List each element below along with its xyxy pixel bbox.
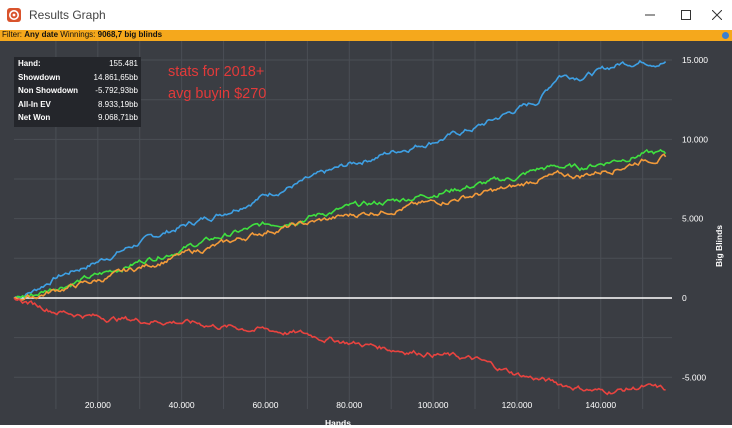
- stat-label: Net Won: [18, 113, 51, 122]
- y-tick-label: 5.000: [682, 214, 704, 224]
- filter-status-icon[interactable]: [722, 32, 729, 39]
- y-tick-label: 0: [682, 293, 687, 303]
- minimize-icon: [645, 14, 655, 16]
- results-graph[interactable]: 20.000 40.000 60.000 80.000 100.000 120.000 14…: [0, 41, 732, 428]
- stat-non-showdown: Non Showdown -5.792,93bb: [18, 85, 138, 97]
- x-axis-title: Hands: [325, 418, 351, 428]
- series-line-green: [13, 148, 667, 299]
- stat-value: -5.792,93bb: [95, 86, 138, 95]
- window-title: Results Graph: [29, 8, 106, 22]
- stat-hand: Hand: 155.481: [18, 58, 138, 70]
- stat-value: 9.068,71bb: [97, 113, 138, 122]
- x-tick-label: 40.000: [169, 400, 195, 410]
- x-tick-label: 120.000: [502, 400, 533, 410]
- close-icon: [712, 10, 722, 20]
- y-tick-label: 15.000: [682, 55, 708, 65]
- x-tick-label: 60.000: [252, 400, 278, 410]
- x-tick-label: 140.000: [585, 400, 616, 410]
- stat-net-won: Net Won 9.068,71bb: [18, 112, 138, 124]
- series-line-red: [13, 297, 666, 396]
- maximize-icon: [681, 10, 691, 20]
- annotation-line-1: stats for 2018+: [168, 64, 265, 80]
- y-axis-title: Big Blinds: [714, 224, 724, 267]
- winnings-label: Winnings:: [60, 30, 96, 39]
- stat-value: 14.861,65bb: [93, 73, 139, 82]
- close-button[interactable]: [704, 0, 732, 30]
- stat-value: 155.481: [109, 59, 138, 68]
- series-line-orange: [13, 153, 667, 301]
- app-logo-icon: [7, 8, 21, 22]
- filter-label: Filter:: [2, 30, 22, 39]
- filter-date: Any date: [24, 30, 59, 39]
- stat-label: Non Showdown: [18, 86, 78, 95]
- annotation-line-2: avg buyin $270: [168, 86, 267, 102]
- stats-panel: Hand: 155.481 Showdown 14.861,65bb Non S…: [14, 57, 141, 127]
- filter-bar[interactable]: Filter: Any date Winnings: 9068,7 big bl…: [0, 30, 732, 41]
- stat-all-in-ev: All-In EV 8.933,19bb: [18, 99, 138, 111]
- x-tick-label: 20.000: [85, 400, 111, 410]
- stat-label: Hand:: [18, 59, 41, 68]
- stat-label: All-In EV: [18, 100, 51, 109]
- x-tick-label: 80.000: [336, 400, 362, 410]
- x-tick-label: 100.000: [418, 400, 449, 410]
- y-tick-label: 10.000: [682, 134, 708, 144]
- stat-value: 8.933,19bb: [97, 100, 138, 109]
- y-tick-label: -5.000: [682, 372, 706, 382]
- winnings-value: 9068,7 big blinds: [97, 30, 163, 39]
- maximize-button[interactable]: [668, 0, 704, 30]
- minimize-button[interactable]: [632, 0, 668, 30]
- title-bar: Results Graph: [0, 0, 732, 31]
- filter-summary: Filter: Any date Winnings: 9068,7 big bl…: [2, 29, 162, 41]
- stat-label: Showdown: [18, 73, 61, 82]
- stat-showdown: Showdown 14.861,65bb: [18, 72, 138, 84]
